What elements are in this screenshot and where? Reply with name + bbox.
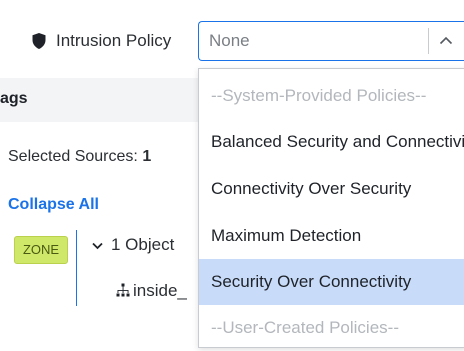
collapse-all-link[interactable]: Collapse All (8, 196, 99, 214)
option-balanced-security[interactable]: Balanced Security and Connectivity (199, 119, 464, 165)
option-connectivity-over-security[interactable]: Connectivity Over Security (199, 166, 464, 212)
zone-badge: ZONE (14, 236, 68, 264)
shield-icon (32, 33, 46, 49)
tags-header-label: ags (0, 90, 28, 107)
object-group-label: 1 Object (111, 235, 175, 254)
object-item[interactable]: inside_ (116, 281, 187, 301)
tags-section-header: ags (0, 78, 200, 122)
select-divider (428, 28, 429, 54)
option-group-system-provided: --System-Provided Policies-- (211, 86, 427, 105)
selected-sources-label: Selected Sources: (8, 148, 138, 165)
network-icon (116, 283, 130, 297)
option-maximum-detection[interactable]: Maximum Detection (199, 213, 464, 259)
intrusion-policy-dropdown: --System-Provided Policies-- Balanced Se… (198, 68, 464, 348)
option-group-user-created: --User-Created Policies-- (211, 318, 399, 337)
intrusion-policy-select[interactable]: None (198, 21, 464, 61)
chevron-down-icon (92, 242, 103, 249)
select-value: None (209, 31, 250, 50)
object-group-toggle[interactable]: 1 Object (92, 235, 174, 255)
object-item-label: inside_ (133, 281, 187, 300)
chevron-up-icon[interactable] (439, 35, 453, 45)
intrusion-policy-label: Intrusion Policy (56, 31, 172, 50)
option-security-over-connectivity[interactable]: Security Over Connectivity (199, 259, 464, 305)
selected-sources: Selected Sources: 1 (8, 148, 151, 166)
selected-sources-count: 1 (142, 148, 152, 165)
tree-connector-line (76, 230, 77, 306)
